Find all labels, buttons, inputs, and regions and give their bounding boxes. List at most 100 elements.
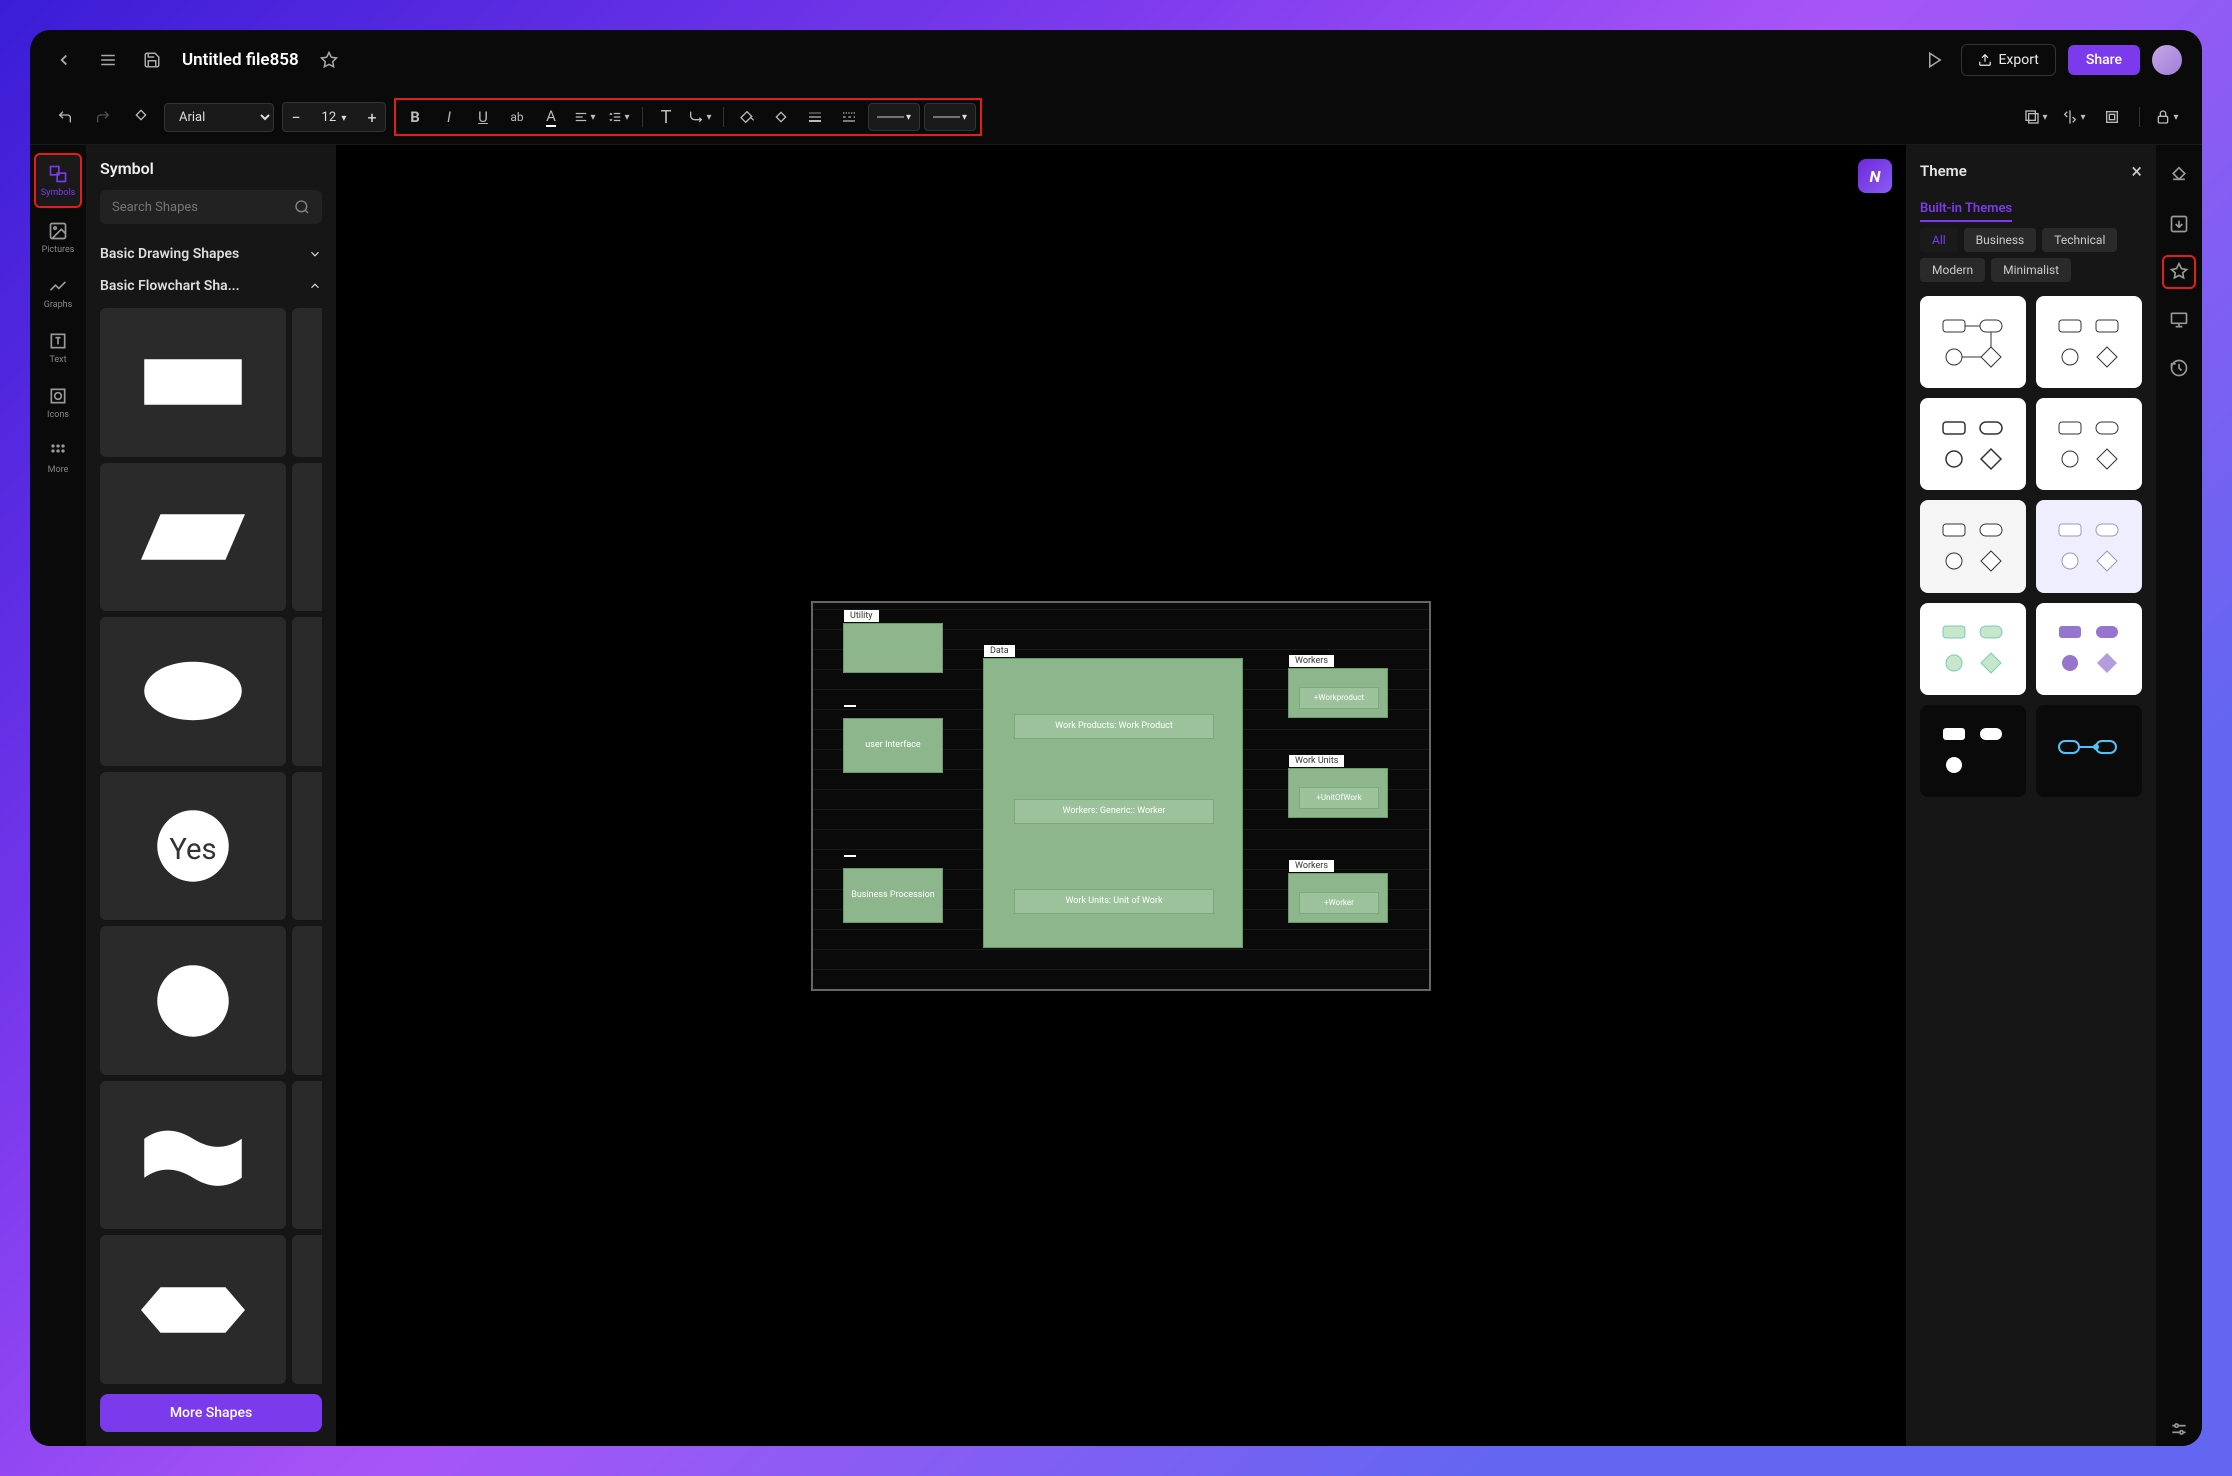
rail-pictures[interactable]: Pictures (34, 212, 82, 263)
section-basic-flowchart[interactable]: Basic Flowchart Sha... (100, 270, 322, 302)
shape-parallelogram[interactable] (100, 463, 286, 612)
search-input[interactable] (112, 200, 294, 215)
theme-card[interactable] (1920, 705, 2026, 797)
ai-badge[interactable]: N (1858, 159, 1892, 193)
box-workers-generic[interactable]: Workers: Generic:: Worker (1014, 799, 1214, 824)
text-format-group: B I U ab A ▾ ▾ T ▾ ▾ ▾ (394, 98, 982, 136)
filter-all[interactable]: All (1920, 228, 1958, 252)
shape-database[interactable] (292, 772, 322, 921)
play-button[interactable] (1921, 46, 1949, 74)
right-rail-theme[interactable] (2162, 255, 2196, 289)
font-size-plus[interactable]: + (359, 103, 385, 131)
shape-blank1[interactable] (292, 1235, 322, 1384)
close-theme-button[interactable]: × (2131, 159, 2142, 183)
rail-symbols[interactable]: Symbols (34, 153, 82, 208)
avatar[interactable] (2152, 45, 2182, 75)
rail-more[interactable]: More (34, 432, 82, 483)
line-dash-button[interactable] (834, 102, 864, 132)
save-icon[interactable] (138, 46, 166, 74)
filter-modern[interactable]: Modern (1920, 258, 1985, 282)
rail-text[interactable]: Text (34, 322, 82, 373)
layers-button[interactable]: ▾ (2021, 102, 2051, 132)
theme-card[interactable] (1920, 500, 2026, 592)
canvas-frame[interactable]: Utility user Interface Business Processi… (811, 601, 1431, 991)
font-size-minus[interactable]: − (283, 103, 309, 131)
fill-button[interactable] (732, 102, 762, 132)
back-button[interactable] (50, 46, 78, 74)
connector-button[interactable]: ▾ (685, 102, 715, 132)
redo-button[interactable] (88, 102, 118, 132)
rail-graphs[interactable]: Graphs (34, 267, 82, 318)
shape-ellipse[interactable] (100, 617, 286, 766)
right-rail-import[interactable] (2162, 207, 2196, 241)
box-worker[interactable]: +Worker (1299, 892, 1379, 914)
text-case-button[interactable]: ab (502, 102, 532, 132)
theme-tab-builtin[interactable]: Built-in Themes (1920, 201, 2012, 222)
filter-technical[interactable]: Technical (2042, 228, 2117, 252)
text-tool-button[interactable]: T (651, 102, 681, 132)
theme-card[interactable] (1920, 296, 2026, 388)
box-data[interactable]: Data Work Products: Work Product Workers… (983, 658, 1243, 948)
box-workers[interactable]: Workers +Workproduct (1288, 668, 1388, 718)
shape-connector-circle[interactable] (100, 926, 286, 1075)
right-rail-settings[interactable] (2162, 1412, 2196, 1446)
underline-button[interactable]: U (468, 102, 498, 132)
theme-card[interactable] (2036, 705, 2142, 797)
theme-card[interactable] (1920, 603, 2026, 695)
box-workproduct[interactable]: +Workproduct (1299, 687, 1379, 709)
flip-button[interactable]: ▾ (2059, 102, 2089, 132)
theme-card[interactable] (2036, 500, 2142, 592)
shape-rounded-rect[interactable] (292, 308, 322, 457)
box-work-units[interactable]: Work Units: Unit of Work (1014, 889, 1214, 914)
theme-card[interactable] (2036, 603, 2142, 695)
line-height-button[interactable]: ▾ (604, 102, 634, 132)
italic-button[interactable]: I (434, 102, 464, 132)
theme-card[interactable] (2036, 296, 2142, 388)
star-button[interactable] (315, 46, 343, 74)
box-utility[interactable]: Utility (843, 623, 943, 673)
format-painter-button[interactable] (126, 102, 156, 132)
theme-card[interactable] (1920, 398, 2026, 490)
shape-delay[interactable] (292, 1081, 322, 1230)
group-button[interactable] (2097, 102, 2127, 132)
line-weight-button[interactable] (800, 102, 830, 132)
lock-button[interactable]: ▾ (2152, 102, 2182, 132)
shape-circle[interactable] (292, 617, 322, 766)
right-rail-present[interactable] (2162, 303, 2196, 337)
theme-card[interactable] (2036, 398, 2142, 490)
shape-wave[interactable] (100, 1081, 286, 1230)
share-button[interactable]: Share (2068, 45, 2140, 75)
shape-rect[interactable] (100, 308, 286, 457)
filter-business[interactable]: Business (1964, 228, 2037, 252)
highlight-button[interactable] (766, 102, 796, 132)
box-work-units-2[interactable]: Work Units +UnitOfWork (1288, 768, 1388, 818)
font-size-value[interactable]: 12 ▾ (309, 110, 359, 125)
canvas-area[interactable]: N Utility user Interface Business Proces… (336, 145, 1906, 1446)
section-basic-drawing[interactable]: Basic Drawing Shapes (100, 238, 322, 270)
box-workers-3[interactable]: Workers +Worker (1288, 873, 1388, 923)
menu-button[interactable] (94, 46, 122, 74)
box-unitofwork[interactable]: +UnitOfWork (1299, 787, 1379, 809)
box-business[interactable]: Business Procession (843, 868, 943, 923)
filter-minimalist[interactable]: Minimalist (1991, 258, 2071, 282)
shape-pill[interactable] (292, 463, 322, 612)
box-user-interface[interactable]: user Interface (843, 718, 943, 773)
right-rail-history[interactable] (2162, 351, 2196, 385)
undo-button[interactable] (50, 102, 80, 132)
right-rail-fill[interactable] (2162, 159, 2196, 193)
rail-icons[interactable]: Icons (34, 377, 82, 428)
export-button[interactable]: Export (1961, 44, 2055, 76)
line-start-select[interactable]: ▾ (868, 103, 920, 131)
line-end-select[interactable]: ▾ (924, 103, 976, 131)
shape-hexagon[interactable] (100, 1235, 286, 1384)
bold-button[interactable]: B (400, 102, 430, 132)
font-select[interactable]: Arial (164, 103, 274, 132)
shape-direct-data[interactable] (292, 926, 322, 1075)
shape-yes[interactable]: Yes (100, 772, 286, 921)
font-color-button[interactable]: A (536, 102, 566, 132)
align-button[interactable]: ▾ (570, 102, 600, 132)
text-icon (47, 330, 69, 352)
more-shapes-button[interactable]: More Shapes (100, 1394, 322, 1432)
search-shapes[interactable] (100, 190, 322, 224)
box-work-products[interactable]: Work Products: Work Product (1014, 714, 1214, 739)
